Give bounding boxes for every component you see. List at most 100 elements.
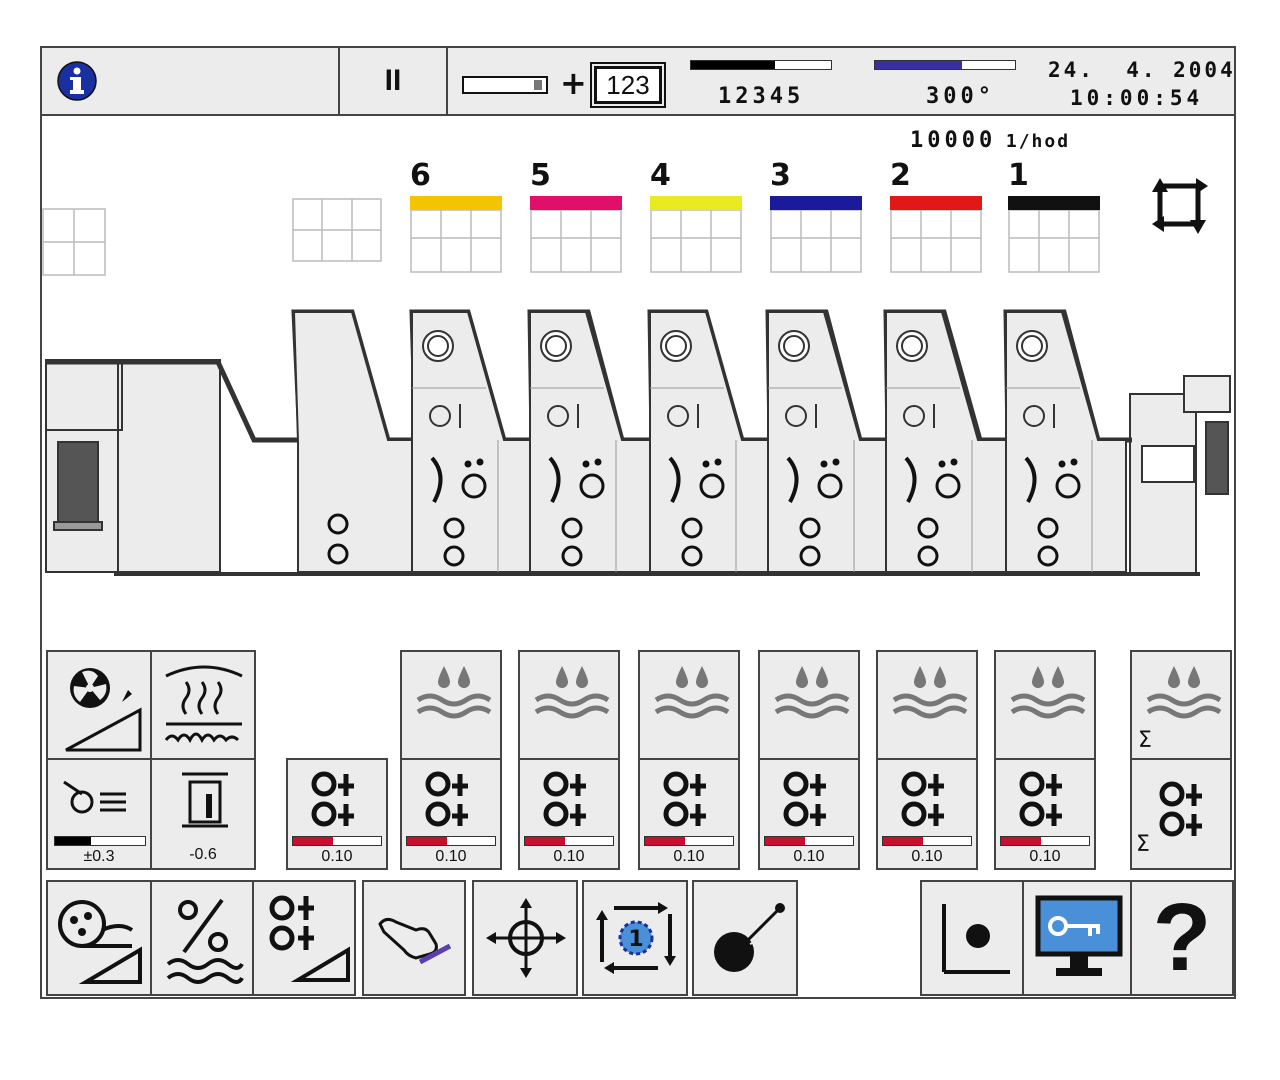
ink-color-strip-6[interactable]: [410, 196, 502, 210]
ink-zone-button-5[interactable]: 0.10: [758, 758, 860, 870]
fountain-roller-icon: [63, 780, 126, 814]
percent-water-icon: [166, 898, 244, 984]
unit-grid-5: [530, 210, 622, 274]
dampening-icon: [654, 666, 730, 719]
dampening-icon: [774, 666, 850, 719]
dampening-percent-button[interactable]: [150, 880, 254, 996]
ink-value: 0.10: [553, 848, 585, 865]
dampening-offset-button[interactable]: ±0.3: [46, 758, 152, 870]
press-diagram: [42, 306, 1234, 576]
dampening-offset-value: ±0.3: [83, 848, 115, 865]
dampening-button-5[interactable]: [876, 650, 978, 760]
dampening-button-3[interactable]: [638, 650, 740, 760]
unit-number-5: 5: [530, 158, 551, 193]
ink-wedge-button[interactable]: [252, 880, 356, 996]
ink-value: 0.10: [1029, 848, 1061, 865]
unit-grid-4: [650, 210, 742, 274]
unit-grid-3: [770, 210, 862, 274]
dampening-button-2[interactable]: [518, 650, 620, 760]
ink-level-bar: [882, 836, 972, 846]
ink-roller-wedge-button[interactable]: [46, 880, 152, 996]
unit-number-2: 2: [890, 158, 911, 193]
angle-bar: [874, 60, 1016, 70]
pause-button[interactable]: II: [340, 48, 446, 114]
wash-up-button[interactable]: [692, 880, 798, 996]
fan-icon: [65, 668, 142, 752]
ink-color-strip-5[interactable]: [530, 196, 622, 210]
ink-color-strip-4[interactable]: [650, 196, 742, 210]
speed-value: 10000: [910, 128, 997, 153]
help-button[interactable]: ?: [1130, 880, 1234, 996]
press-console-window: II + 123 12345 300° 24. 4. 2004 10:00:54…: [40, 46, 1236, 999]
ink-color-strip-3[interactable]: [770, 196, 862, 210]
ink-level-bar: [764, 836, 854, 846]
speed-unit: 1/hod: [1005, 131, 1071, 152]
ink-key-icon: [1019, 771, 1062, 827]
dampening-button-1[interactable]: [400, 650, 502, 760]
register-button[interactable]: -0.6: [150, 758, 256, 870]
unit-number-3: 3: [770, 158, 791, 193]
coater-grid: [292, 198, 384, 264]
hand-icon: [378, 917, 452, 965]
svg-text:1: 1: [628, 927, 643, 952]
unit-number-6: 6: [410, 158, 431, 193]
dampening-button-4[interactable]: [758, 650, 860, 760]
register-adjust-button[interactable]: [472, 880, 578, 996]
dampening-icon: [892, 666, 968, 719]
unit-number-4: 4: [650, 158, 671, 193]
ink-color-strip-2[interactable]: [890, 196, 982, 210]
angle-value: 300°: [926, 84, 995, 109]
unit-cycle-button[interactable]: 1: [582, 880, 688, 996]
unit-cycle-icon: 1: [596, 902, 676, 974]
ink-zone-button-4[interactable]: 0.10: [638, 758, 740, 870]
info-icon[interactable]: [56, 60, 98, 102]
date: 24. 4. 2004: [1048, 58, 1236, 82]
printing-tower-6: [411, 311, 533, 573]
ink-key-icon: [783, 771, 826, 827]
ir-dryer-button[interactable]: [150, 650, 256, 760]
unit-grid-2: [890, 210, 982, 274]
ink-color-strip-1[interactable]: [1008, 196, 1100, 210]
ink-key-wedge-icon: [269, 895, 350, 982]
heat-icon: [164, 665, 243, 744]
divider: [446, 48, 448, 114]
dampening-icon: [1146, 666, 1222, 719]
sheet-position-button[interactable]: [920, 880, 1024, 996]
access-key-button[interactable]: [1022, 880, 1132, 996]
ink-total-button[interactable]: Σ: [1130, 758, 1232, 870]
plus-sign: +: [560, 64, 587, 102]
sheet-counter-value: 12345: [718, 84, 805, 109]
printing-tower-5: [529, 311, 651, 573]
dampening-total-button[interactable]: Σ: [1130, 650, 1232, 760]
ink-key-icon: [1159, 781, 1202, 837]
position-icon: [942, 904, 1010, 974]
ink-value: 0.10: [435, 848, 467, 865]
ink-zone-button-2[interactable]: 0.10: [400, 758, 502, 870]
sigma-icon: Σ: [1138, 728, 1152, 753]
monitor-key-icon: [1035, 895, 1123, 976]
crosshair-icon: [486, 898, 566, 978]
ink-zone-button-7[interactable]: 0.10: [994, 758, 1096, 870]
dampening-icon: [534, 666, 610, 719]
ink-zone-button-3[interactable]: 0.10: [518, 758, 620, 870]
ink-zone-button-6[interactable]: 0.10: [876, 758, 978, 870]
ink-key-icon: [425, 771, 468, 827]
ink-value: 0.10: [321, 848, 353, 865]
dampening-icon: [1010, 666, 1086, 719]
sigma-icon: Σ: [1136, 832, 1150, 857]
dampening-offset-bar: [54, 836, 146, 846]
ink-key-icon: [901, 771, 944, 827]
delivery-grid: [42, 208, 108, 278]
manual-mode-button[interactable]: [362, 880, 466, 996]
ink-key-icon: [543, 771, 586, 827]
unit-grid-6: [410, 210, 502, 274]
dampening-button-6[interactable]: [994, 650, 1096, 760]
ink-zone-button-1[interactable]: 0.10: [286, 758, 388, 870]
ink-level-bar: [292, 836, 382, 846]
counter-preset-button[interactable]: 123: [590, 62, 666, 108]
dryer-fan-button[interactable]: [46, 650, 152, 760]
register-value: -0.6: [189, 846, 217, 863]
cycle-arrows-icon[interactable]: [1148, 174, 1212, 236]
wash-icon: [714, 903, 785, 972]
status-bar: II + 123 12345 300° 24. 4. 2004 10:00:54: [42, 48, 1234, 116]
